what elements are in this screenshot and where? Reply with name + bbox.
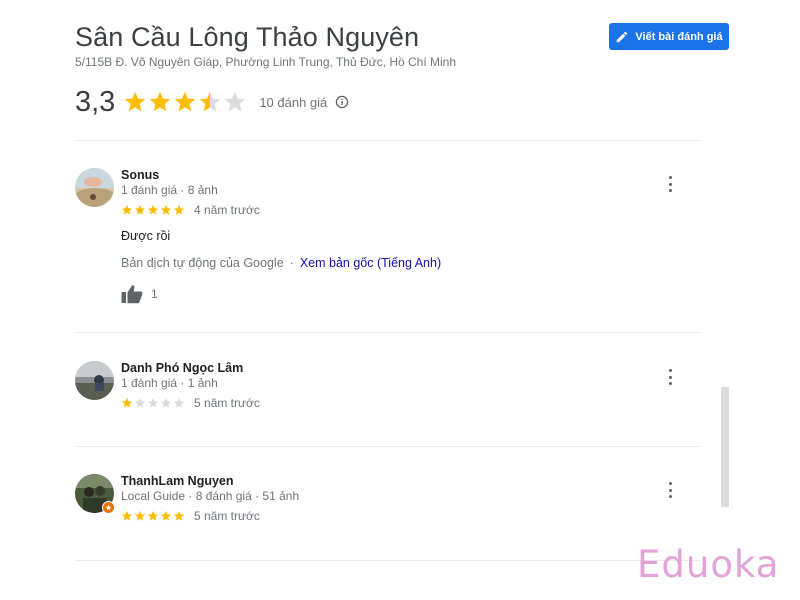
star-empty-icon [147,397,159,408]
rating-summary: 3,3 10 đánh giá [75,84,349,120]
reviewer-name[interactable]: ThanhLam Nguyen [121,474,234,488]
review-text: Được rồi [121,229,171,243]
review-time: 5 năm trước [194,509,260,523]
star-filled-icon [160,204,172,215]
reviewer-name[interactable]: Sonus [121,168,159,182]
star-filled-icon [134,204,146,215]
write-review-button[interactable]: Viết bài đánh giá [609,23,729,50]
star-empty-icon [173,397,185,408]
review-stars [121,397,185,409]
local-guide-badge-icon [102,501,115,514]
reviewer-meta: 1 đánh giá · 8 ảnh [121,183,218,197]
star-filled-icon [147,204,159,215]
review-time: 5 năm trước [194,396,260,410]
thumbs-up-icon [121,285,143,304]
separator: · [289,256,294,270]
review-count[interactable]: 10 đánh giá [259,95,327,110]
review-item: ThanhLam Nguyen Local Guide · 8 đánh giá… [75,474,701,534]
star-filled-icon [173,204,185,215]
reviewer-name[interactable]: Danh Phó Ngọc Lâm [121,361,243,375]
star-filled-icon [121,510,133,521]
star-empty-icon [160,397,172,408]
star-filled-icon [121,204,133,215]
watermark-logo: Eduoka [637,543,780,586]
average-rating: 3,3 [75,85,116,118]
divider [75,560,701,561]
review-stars [121,510,185,522]
write-review-label: Viết bài đánh giá [635,30,723,43]
pencil-icon [617,31,628,42]
star-filled-icon [173,510,185,521]
more-vert-icon[interactable] [665,482,675,498]
review-item: Sonus 1 đánh giá · 8 ảnh 4 năm trước Đượ… [75,168,701,318]
place-address: 5/115B Đ. Võ Nguyên Giáp, Phường Linh Tr… [75,55,457,69]
scrollbar-thumb[interactable] [721,387,729,507]
average-rating-stars [123,90,247,114]
view-original-link[interactable]: Xem bản gốc (Tiếng Anh) [300,256,441,270]
review-item: Danh Phó Ngọc Lâm 1 đánh giá · 1 ảnh 5 n… [75,361,701,421]
review-time: 4 năm trước [194,203,260,217]
reviewer-meta: 1 đánh giá · 1 ảnh [121,376,218,390]
review-stars [121,204,185,216]
avatar[interactable] [75,361,114,400]
avatar[interactable] [75,168,114,207]
star-filled-icon [175,91,196,112]
star-filled-icon [134,510,146,521]
place-title: Sân Cầu Lông Thảo Nguyên [75,22,420,52]
divider [75,446,701,447]
more-vert-icon[interactable] [665,369,675,385]
star-filled-icon [200,91,221,112]
info-icon[interactable] [335,95,349,109]
star-empty-icon [134,397,146,408]
star-empty-icon [225,91,246,112]
divider [75,140,701,141]
divider [75,332,701,333]
like-button[interactable]: 1 [121,284,158,304]
more-vert-icon[interactable] [665,176,675,192]
translation-line: Bản dịch tự động của Google · Xem bản gốc … [121,256,441,270]
star-filled-icon [160,510,172,521]
reviewer-meta: Local Guide · 8 đánh giá · 51 ảnh [121,489,300,503]
star-filled-icon [121,397,133,408]
star-filled-icon [147,510,159,521]
star-filled-icon [125,91,146,112]
star-filled-icon [150,91,171,112]
translation-note: Bản dịch tự động của Google [121,256,284,270]
like-count: 1 [151,287,158,301]
